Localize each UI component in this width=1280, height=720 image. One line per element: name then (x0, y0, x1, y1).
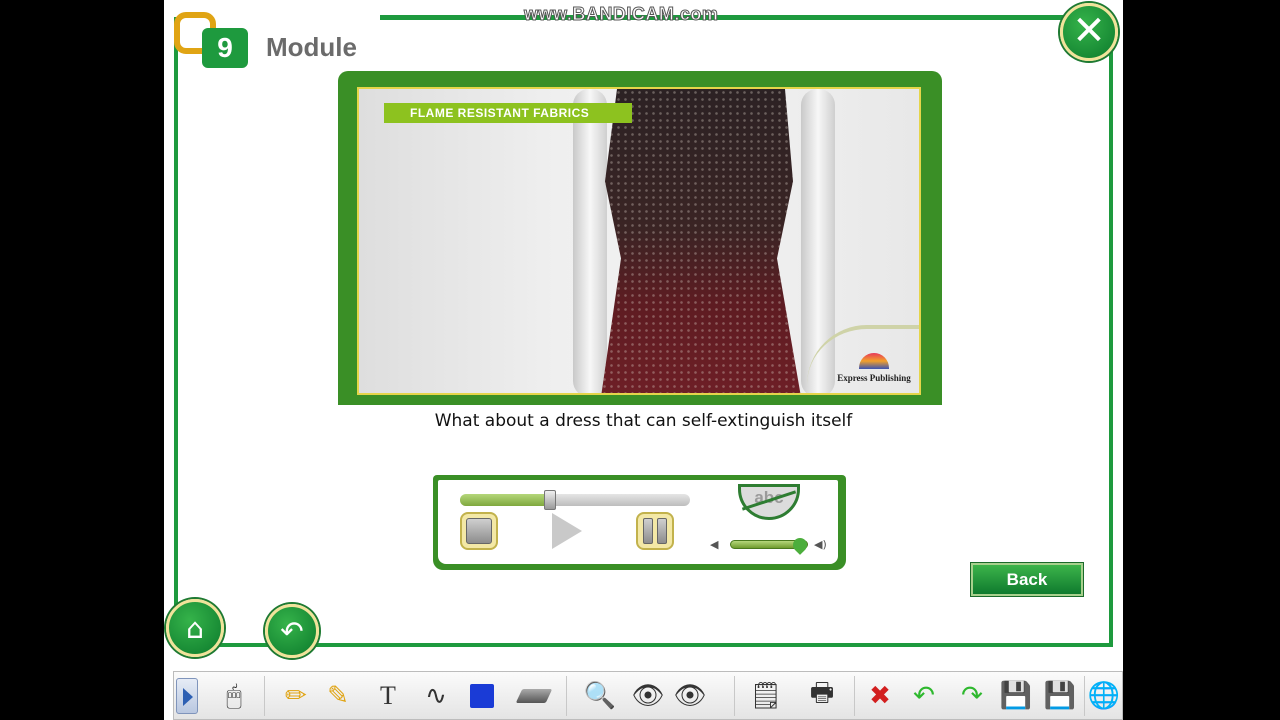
pencil-icon[interactable]: ✏ (278, 678, 314, 714)
blank-page-icon[interactable]: 🗒 (748, 678, 784, 714)
stop-icon (466, 518, 492, 544)
player-controls: abc ◀ ◀) (433, 475, 846, 570)
module-title: Module (266, 32, 357, 62)
undo-icon: ↶ (280, 614, 304, 648)
seek-bar[interactable] (460, 490, 690, 510)
publisher-book-icon (859, 353, 889, 369)
expand-arrow-icon[interactable] (176, 678, 198, 714)
volume-low-icon: ◀ (710, 538, 719, 551)
back-button[interactable]: Back (971, 563, 1083, 596)
volume-high-icon: ◀) (814, 538, 827, 551)
print-icon[interactable]: 🖶 (804, 678, 840, 714)
tools-toolbar: 🖱 ✏ ✎ T ∿ 🔍 👁 👁 🗒 🖶 ✖ ↶ ↷ 💾 💾 🌐 (173, 671, 1123, 720)
recording-watermark: www.BANDICAM.com (523, 4, 719, 25)
volume-control: ◀ ◀) (710, 535, 836, 555)
play-icon (552, 513, 582, 549)
module-number: 9 (202, 28, 248, 68)
pause-button[interactable] (636, 512, 674, 550)
spotlight-icon[interactable]: 👁 (630, 678, 666, 714)
video-banner: FLAME RESISTANT FABRICS (384, 103, 632, 123)
video-player: FLAME RESISTANT FABRICS Express Publishi… (338, 71, 942, 405)
shape-icon[interactable] (464, 678, 500, 714)
home-button[interactable]: ⌂ (166, 599, 224, 657)
save-icon[interactable]: 💾 (998, 678, 1034, 714)
publisher-logo: Express Publishing (829, 351, 919, 391)
curve-tool-icon[interactable]: ∿ (418, 678, 454, 714)
magnifier-icon[interactable]: 🔍 (582, 678, 618, 714)
undo-button[interactable]: ↶ (265, 604, 319, 658)
seek-handle[interactable] (543, 490, 556, 510)
undo-green-icon[interactable]: ↶ (906, 678, 942, 714)
video-frame[interactable]: FLAME RESISTANT FABRICS Express Publishi… (357, 87, 921, 395)
stop-button[interactable] (460, 512, 498, 550)
dress-image (601, 89, 801, 393)
subtitles-toggle[interactable]: abc (738, 484, 800, 520)
video-caption: What about a dress that can self-extingu… (434, 411, 853, 431)
mannequin-left-arm (573, 89, 607, 393)
redo-green-icon[interactable]: ↷ (954, 678, 990, 714)
mouse-icon[interactable]: 🖱 (216, 678, 252, 714)
home-icon: ⌂ (186, 611, 204, 645)
clear-icon[interactable]: ✖ (862, 678, 898, 714)
save-as-icon[interactable]: 💾 (1042, 678, 1078, 714)
close-icon: ✕ (1072, 8, 1106, 54)
volume-handle[interactable] (789, 535, 810, 555)
globe-icon[interactable]: 🌐 (1086, 678, 1122, 714)
reveal-icon[interactable]: 👁 (672, 678, 708, 714)
highlighter-icon[interactable]: ✎ (320, 678, 356, 714)
text-tool-icon[interactable]: T (370, 678, 406, 714)
eraser-icon[interactable] (515, 678, 553, 714)
publisher-name: Express Publishing (837, 373, 911, 383)
close-button[interactable]: ✕ (1060, 3, 1118, 61)
seek-progress (460, 494, 550, 506)
play-button[interactable] (548, 512, 586, 550)
pause-icon (643, 518, 667, 544)
volume-slider[interactable] (730, 535, 810, 555)
module-screen: 9 Module ✕ FLAME RESISTANT FABRICS Expre… (164, 0, 1123, 720)
